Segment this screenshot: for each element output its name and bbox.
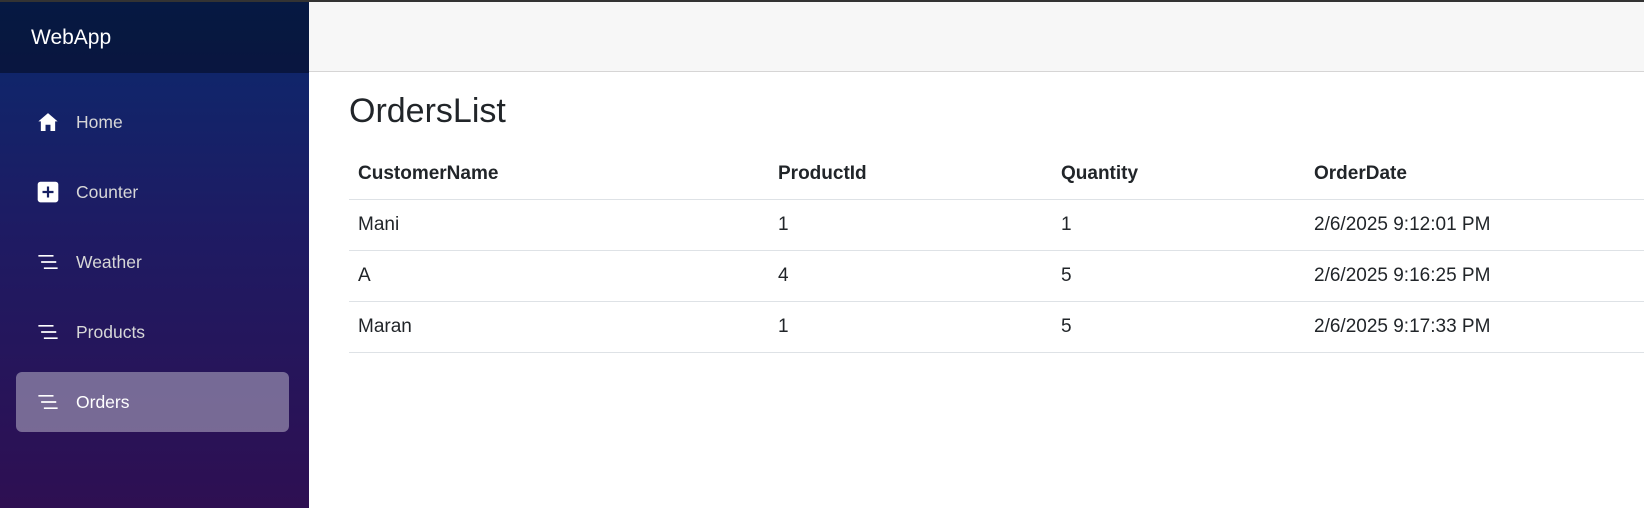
top-bar <box>309 2 1644 72</box>
sidebar-item-home[interactable]: Home <box>16 92 289 152</box>
page-content: OrdersList CustomerName ProductId Quanti… <box>309 72 1644 353</box>
table-header-row: CustomerName ProductId Quantity OrderDat… <box>349 149 1644 200</box>
column-header-quantity: Quantity <box>1052 149 1305 200</box>
cell-order-date: 2/6/2025 9:17:33 PM <box>1305 301 1644 353</box>
table-row: A 4 5 2/6/2025 9:16:25 PM <box>349 250 1644 302</box>
list-icon <box>36 390 60 414</box>
app-frame: WebApp Home Counter Weather Products Ord… <box>0 0 1644 508</box>
sidebar-item-label: Home <box>76 111 123 132</box>
cell-quantity: 1 <box>1052 199 1305 251</box>
column-header-product-id: ProductId <box>769 149 1052 200</box>
sidebar-item-weather[interactable]: Weather <box>16 232 289 292</box>
cell-product-id: 1 <box>769 301 1052 353</box>
cell-customer-name: A <box>349 250 769 302</box>
page-title: OrdersList <box>349 92 506 130</box>
sidebar: WebApp Home Counter Weather Products Ord… <box>0 2 309 508</box>
list-icon <box>36 320 60 344</box>
sidebar-item-products[interactable]: Products <box>16 302 289 362</box>
cell-order-date: 2/6/2025 9:16:25 PM <box>1305 250 1644 302</box>
brand-link[interactable]: WebApp <box>31 26 111 50</box>
column-header-customer-name: CustomerName <box>349 149 769 200</box>
sidebar-nav: Home Counter Weather Products Orders <box>0 73 309 432</box>
sidebar-item-counter[interactable]: Counter <box>16 162 289 222</box>
cell-product-id: 1 <box>769 199 1052 251</box>
column-header-order-date: OrderDate <box>1305 149 1644 200</box>
table-row: Maran 1 5 2/6/2025 9:17:33 PM <box>349 301 1644 353</box>
plus-square-icon <box>36 180 60 204</box>
sidebar-item-label: Products <box>76 321 146 342</box>
sidebar-item-orders[interactable]: Orders <box>16 372 289 432</box>
sidebar-item-label: Counter <box>76 181 139 202</box>
list-icon <box>36 250 60 274</box>
cell-quantity: 5 <box>1052 250 1305 302</box>
table-row: Mani 1 1 2/6/2025 9:12:01 PM <box>349 199 1644 251</box>
sidebar-item-label: Orders <box>76 391 130 412</box>
brand-bar: WebApp <box>0 2 309 73</box>
orders-table: CustomerName ProductId Quantity OrderDat… <box>349 149 1644 353</box>
main-area: OrdersList CustomerName ProductId Quanti… <box>309 2 1644 508</box>
cell-quantity: 5 <box>1052 301 1305 353</box>
cell-customer-name: Maran <box>349 301 769 353</box>
house-icon <box>36 110 60 134</box>
cell-customer-name: Mani <box>349 199 769 251</box>
cell-order-date: 2/6/2025 9:12:01 PM <box>1305 199 1644 251</box>
sidebar-item-label: Weather <box>76 251 142 272</box>
cell-product-id: 4 <box>769 250 1052 302</box>
